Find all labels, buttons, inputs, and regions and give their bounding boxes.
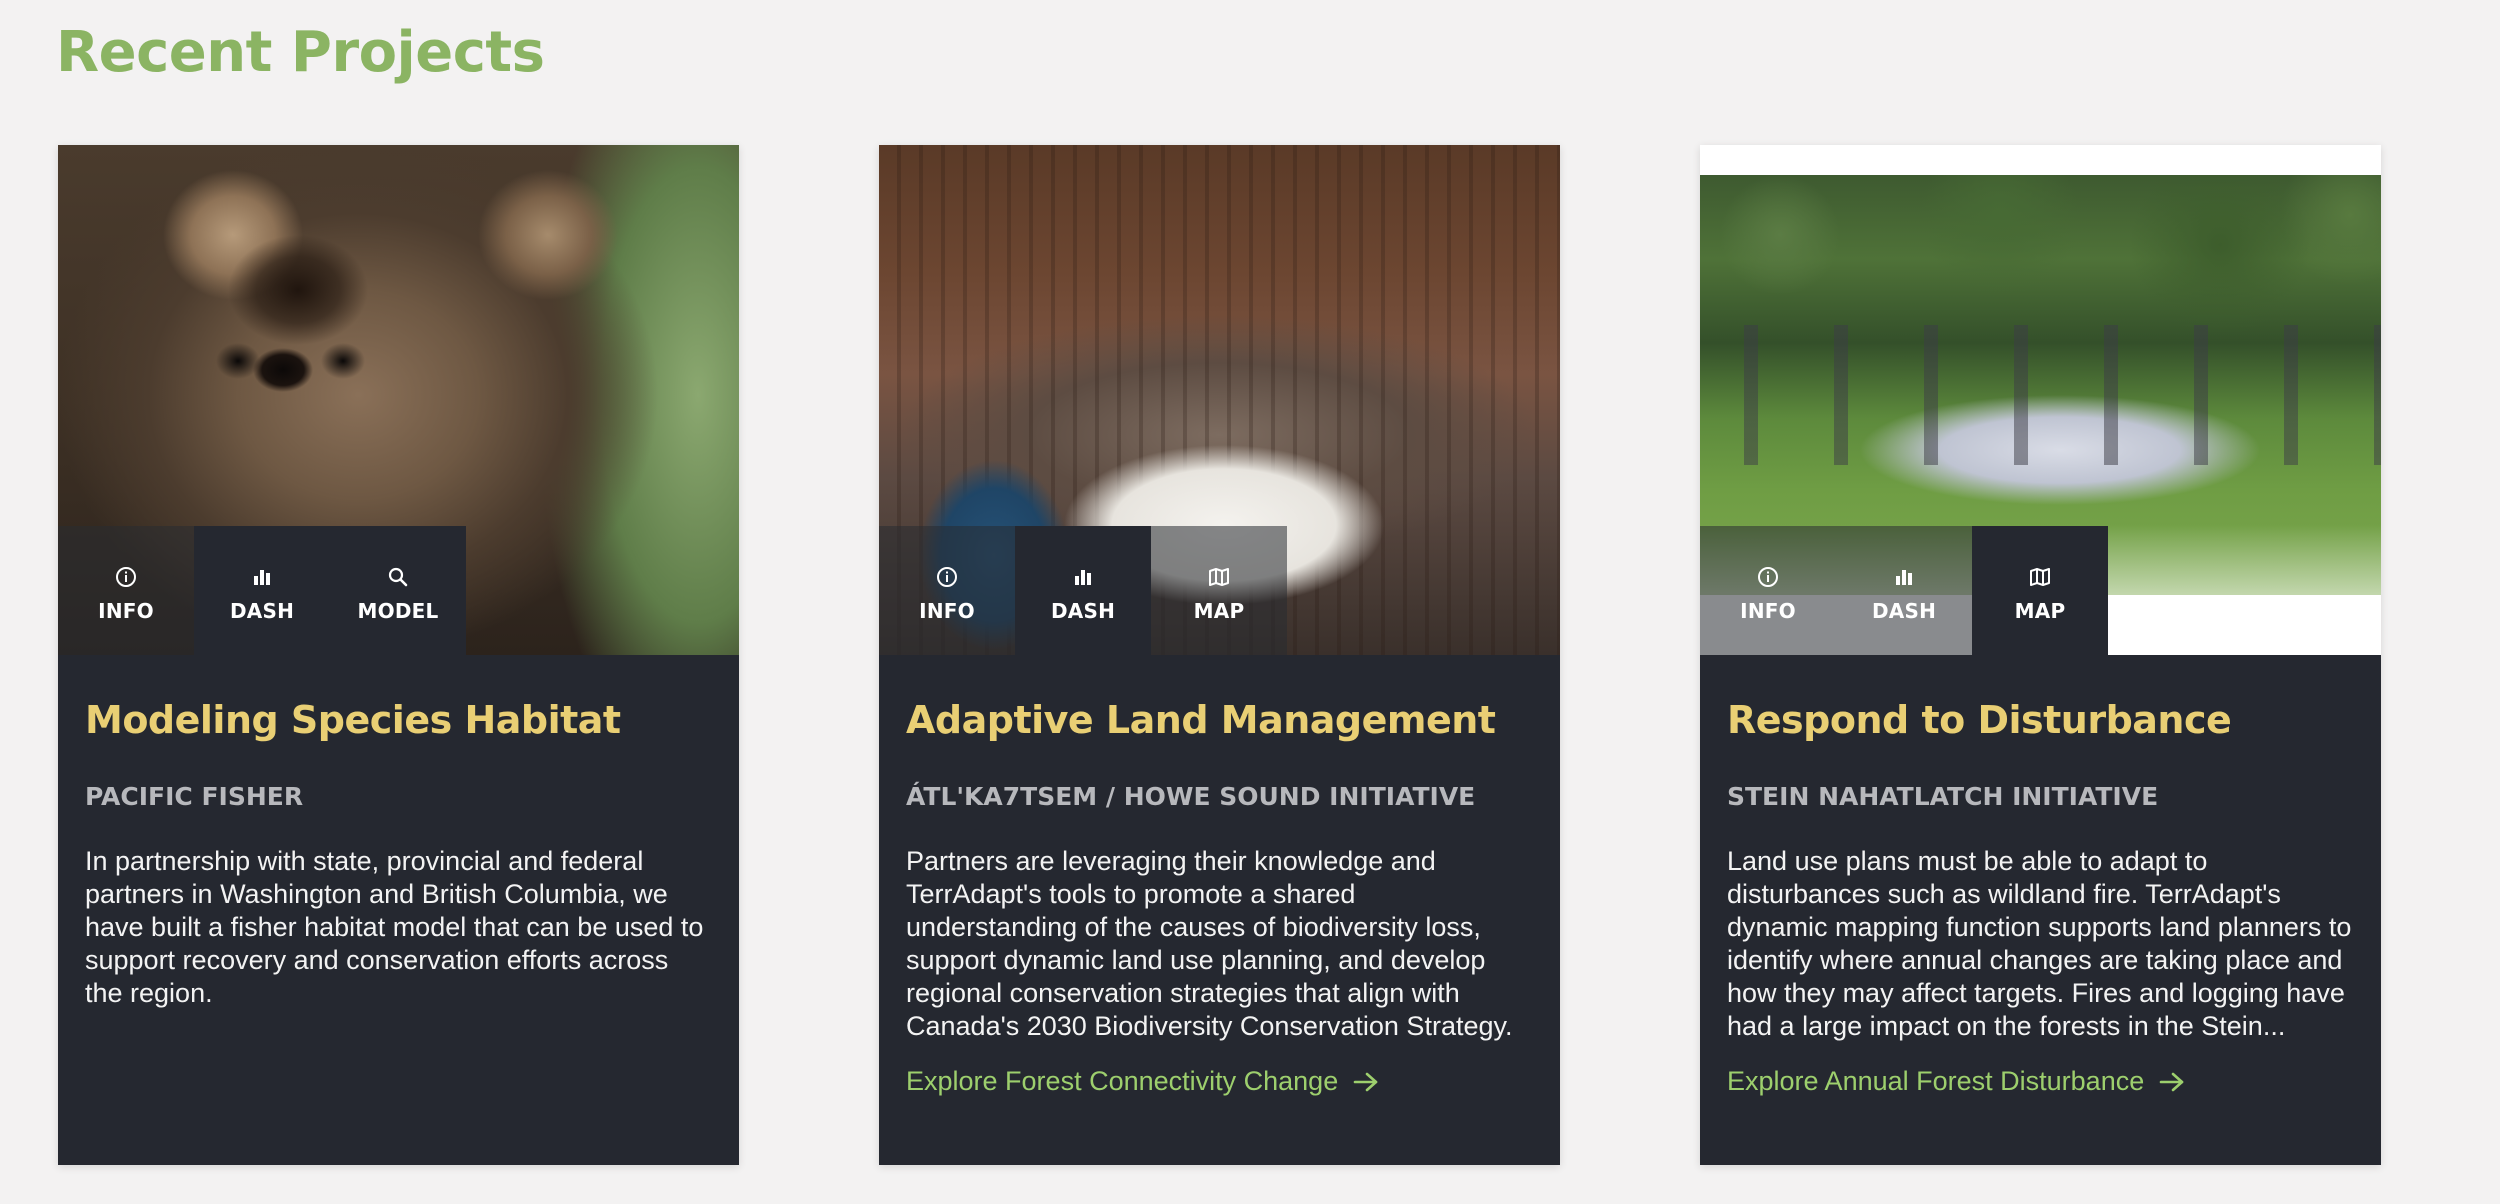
tab-map[interactable]: MAP bbox=[1151, 526, 1287, 655]
explore-link[interactable]: Explore Forest Connectivity Change bbox=[906, 1066, 1380, 1097]
card-subtitle: STEIN NAHATLATCH INITIATIVE bbox=[1727, 782, 2159, 811]
tab-label: INFO bbox=[1740, 598, 1796, 623]
card-body: Adaptive Land Management ÁTL'KA7TSEM / H… bbox=[906, 655, 1533, 1097]
card-description: Partners are leveraging their knowledge … bbox=[906, 846, 1513, 1041]
tab-dash[interactable]: DASH bbox=[1015, 526, 1151, 655]
tab-label: MODEL bbox=[357, 598, 439, 623]
tab-dash[interactable]: DASH bbox=[1836, 526, 1972, 655]
page-title: Recent Projects bbox=[56, 20, 545, 85]
tab-label: INFO bbox=[98, 598, 154, 623]
tab-label: INFO bbox=[919, 598, 975, 623]
card-subtitle: PACIFIC FISHER bbox=[85, 782, 304, 811]
explore-link-label: Explore Annual Forest Disturbance bbox=[1727, 1066, 2145, 1096]
bar-chart-icon bbox=[1892, 565, 1916, 589]
explore-link[interactable]: Explore Annual Forest Disturbance bbox=[1727, 1066, 2186, 1097]
card-tabs: INFO DASH MAP bbox=[1700, 526, 2108, 655]
info-icon bbox=[935, 565, 959, 589]
tab-info[interactable]: INFO bbox=[879, 526, 1015, 655]
tab-dash[interactable]: DASH bbox=[194, 526, 330, 655]
card-title: Adaptive Land Management bbox=[906, 698, 1496, 742]
tab-map[interactable]: MAP bbox=[1972, 526, 2108, 655]
card-subtitle: ÁTL'KA7TSEM / HOWE SOUND INITIATIVE bbox=[906, 782, 1476, 811]
tab-info[interactable]: INFO bbox=[1700, 526, 1836, 655]
card-title: Modeling Species Habitat bbox=[85, 698, 621, 742]
map-icon bbox=[2028, 565, 2052, 589]
card-description: In partnership with state, provincial an… bbox=[85, 846, 704, 1008]
card-image: INFO DASH MAP bbox=[1700, 145, 2381, 655]
project-card-species-habitat: INFO DASH MODEL Modeling Species Habitat… bbox=[58, 145, 739, 1165]
arrow-right-icon bbox=[2158, 1070, 2186, 1094]
tab-label: DASH bbox=[1871, 598, 1937, 623]
card-body: Modeling Species Habitat PACIFIC FISHER … bbox=[85, 655, 712, 1010]
map-icon bbox=[1207, 565, 1231, 589]
project-card-disturbance: INFO DASH MAP Respond to Disturbance STE… bbox=[1700, 145, 2381, 1165]
bar-chart-icon bbox=[250, 565, 274, 589]
tab-label: DASH bbox=[1050, 598, 1116, 623]
project-card-adaptive-land: INFO DASH MAP Adaptive Land Management Á… bbox=[879, 145, 1560, 1165]
card-tabs: INFO DASH MODEL bbox=[58, 526, 466, 655]
card-image: INFO DASH MODEL bbox=[58, 145, 739, 655]
arrow-right-icon bbox=[1352, 1070, 1380, 1094]
info-icon bbox=[1756, 565, 1780, 589]
tab-label: MAP bbox=[2014, 598, 2066, 623]
info-icon bbox=[114, 565, 138, 589]
tab-model[interactable]: MODEL bbox=[330, 526, 466, 655]
card-description: Land use plans must be able to adapt to … bbox=[1727, 846, 2352, 1041]
card-body: Respond to Disturbance STEIN NAHATLATCH … bbox=[1727, 655, 2354, 1097]
tab-label: MAP bbox=[1193, 598, 1245, 623]
tab-label: DASH bbox=[229, 598, 295, 623]
tab-info[interactable]: INFO bbox=[58, 526, 194, 655]
search-icon bbox=[386, 565, 410, 589]
card-tabs: INFO DASH MAP bbox=[879, 526, 1287, 655]
people-silhouettes bbox=[1700, 325, 2381, 465]
card-image: INFO DASH MAP bbox=[879, 145, 1560, 655]
explore-link-label: Explore Forest Connectivity Change bbox=[906, 1066, 1339, 1096]
bar-chart-icon bbox=[1071, 565, 1095, 589]
card-title: Respond to Disturbance bbox=[1727, 698, 2232, 742]
